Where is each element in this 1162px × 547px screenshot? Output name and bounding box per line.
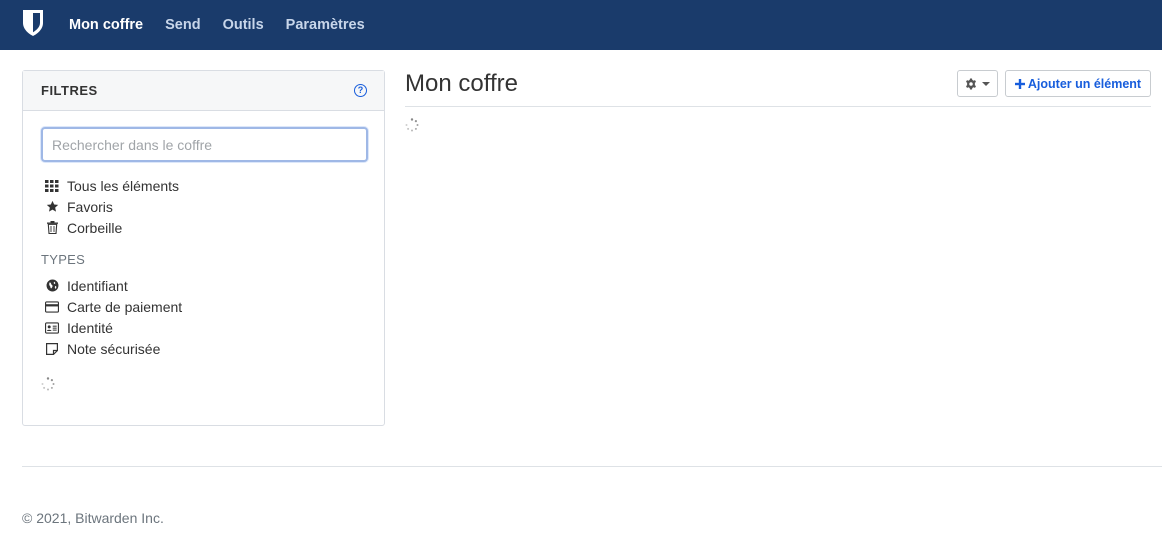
trash-icon [45,221,59,235]
type-card[interactable]: Carte de paiement [45,296,182,317]
gear-icon [966,78,976,89]
filter-all-items-label: Tous les éléments [67,177,180,194]
type-login-label: Identifiant [67,277,128,294]
filter-trash-label: Corbeille [67,219,123,236]
bitwarden-shield-logo[interactable] [21,9,45,37]
credit-card-icon [45,300,59,314]
loading-spinner-icon [405,118,419,132]
id-card-icon [45,321,59,335]
grid-icon [45,179,59,193]
plus-icon [1014,78,1025,89]
filter-list: Tous les éléments Favoris Corbeille [45,175,179,238]
footer-divider [22,466,1162,467]
add-item-button[interactable]: Ajouter un élément [1005,70,1151,97]
filters-title: FILTRES [41,83,98,98]
loading-spinner-icon [41,377,55,391]
title-divider [405,106,1151,107]
filter-trash[interactable]: Corbeille [45,217,179,238]
chevron-down-icon [982,81,990,86]
top-navbar: Mon coffre Send Outils Paramètres [0,0,1162,50]
filters-card: FILTRES ? Tous les éléments Favoris Corb… [22,70,385,426]
star-icon [45,200,59,214]
page-title: Mon coffre [405,70,518,97]
types-list: Identifiant Carte de paiement Identité N… [45,275,182,359]
filter-favorites-label: Favoris [67,198,113,215]
add-item-label: Ajouter un élément [1027,76,1142,91]
nav-link-send[interactable]: Send [154,17,211,33]
nav-link-mon-coffre[interactable]: Mon coffre [58,17,154,33]
filter-favorites[interactable]: Favoris [45,196,179,217]
nav-link-outils[interactable]: Outils [212,17,275,33]
globe-icon [45,279,59,293]
nav-links: Mon coffre Send Outils Paramètres [58,0,376,50]
type-identity-label: Identité [67,319,113,336]
filters-card-header: FILTRES ? [23,71,384,111]
sticky-note-icon [45,342,59,356]
type-card-label: Carte de paiement [67,298,183,315]
help-icon[interactable]: ? [354,84,367,97]
type-login[interactable]: Identifiant [45,275,182,296]
type-secure-note[interactable]: Note sécurisée [45,338,182,359]
vault-search-input[interactable] [41,127,368,162]
footer-copyright: © 2021, Bitwarden Inc. [22,510,164,526]
types-heading: TYPES [41,252,86,267]
vault-options-button[interactable] [957,70,998,97]
filter-all-items[interactable]: Tous les éléments [45,175,179,196]
nav-link-parametres[interactable]: Paramètres [275,17,376,33]
type-secure-note-label: Note sécurisée [67,340,161,357]
type-identity[interactable]: Identité [45,317,182,338]
